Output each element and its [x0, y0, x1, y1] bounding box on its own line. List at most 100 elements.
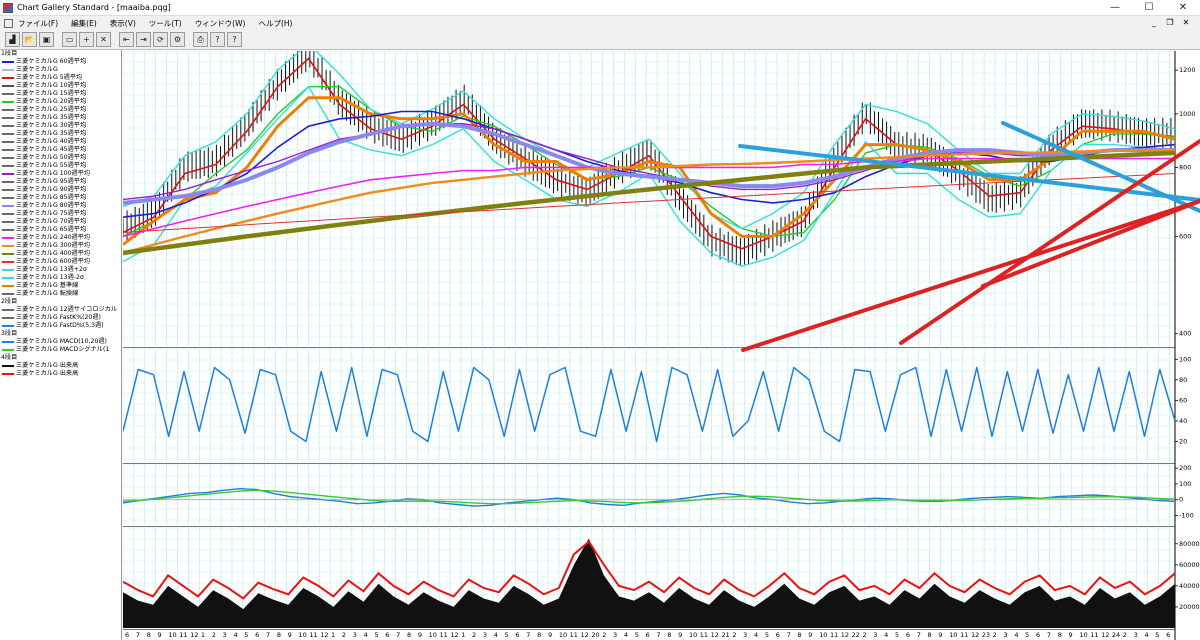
x-tick-label: 10 — [168, 631, 176, 639]
legend-item[interactable]: 三菱ケミカルG 15週平均 — [0, 90, 121, 98]
legend-item[interactable]: 三菱ケミカルG 12週サイコロジカル — [0, 306, 121, 314]
x-tick-label: 4 — [1014, 631, 1018, 639]
legend-item[interactable]: 三菱ケミカルG 60週平均 — [0, 58, 121, 66]
legend-item[interactable]: 三菱ケミカルG 55週平均 — [0, 162, 121, 170]
legend-item[interactable]: 三菱ケミカルG 70週平均 — [0, 218, 121, 226]
legend-item[interactable]: 三菱ケミカルG 90週平均 — [0, 186, 121, 194]
legend-item[interactable]: 三菱ケミカルG 35週平均 — [0, 130, 121, 138]
x-tick-label: 7 — [787, 631, 791, 639]
legend-item[interactable]: 三菱ケミカルG FastD%(5,3週) — [0, 322, 121, 330]
x-tick-label: 9 — [288, 631, 292, 639]
x-tick-label: 6 — [1036, 631, 1040, 639]
legend-panel-heading: 1段目 — [1, 50, 18, 57]
window-controls: — ☐ ✕ — [1098, 0, 1200, 16]
context-help-icon[interactable]: ? — [227, 32, 242, 47]
doc-minimize-button[interactable]: _ — [1146, 16, 1162, 30]
legend-item[interactable]: 三菱ケミカルG 25週平均 — [0, 106, 121, 114]
x-tick-label: 4 — [364, 631, 368, 639]
menu-tools[interactable]: ツール(T) — [149, 18, 182, 29]
doc-close-button[interactable]: ✕ — [1178, 16, 1194, 30]
y-tick-label: 20000 — [1179, 603, 1200, 611]
menu-help[interactable]: ヘルプ(H) — [258, 18, 292, 29]
chart-area[interactable]: 400 600 800 1000 1200 20 40 60 80 100 -100 0 100 200 2… — [123, 51, 1200, 640]
x-tick-label: 7 — [917, 631, 921, 639]
x-tick-label: 12 — [711, 631, 719, 639]
minimize-button[interactable]: — — [1098, 0, 1132, 16]
menu-edit[interactable]: 編集(E) — [71, 18, 97, 29]
legend-item[interactable]: 三菱ケミカルG MACDシグナル(1 — [0, 346, 121, 354]
x-tick-label: 4 — [884, 631, 888, 639]
legend-swatch — [2, 93, 14, 95]
x-tick-label: 22 — [852, 631, 860, 639]
legend-label: 三菱ケミカルG 転換線 — [16, 290, 79, 297]
save-icon[interactable]: ▣ — [39, 32, 54, 47]
legend-item[interactable]: 三菱ケミカルG 100週平均 — [0, 170, 121, 178]
legend-item[interactable]: 三菱ケミカルG 65週平均 — [0, 226, 121, 234]
doc-restore-button[interactable]: ❐ — [1162, 16, 1178, 30]
window-title: Chart Gallery Standard - [maaiba.pqg] — [17, 3, 171, 12]
legend-item[interactable]: 三菱ケミカルG 10週平均 — [0, 82, 121, 90]
legend-label: 三菱ケミカルG 85週平均 — [16, 194, 87, 201]
legend-item[interactable]: 三菱ケミカルG 300週平均 — [0, 242, 121, 250]
x-tick-label: 10 — [819, 631, 827, 639]
chart-icon[interactable]: ▟ — [5, 32, 20, 47]
legend-item[interactable]: 三菱ケミカルG 基準線 — [0, 282, 121, 290]
legend-item[interactable]: 三菱ケミカルG 240週平均 — [0, 234, 121, 242]
legend-item[interactable]: 三菱ケミカルG 85週平均 — [0, 194, 121, 202]
x-tick-label: 10 — [1079, 631, 1087, 639]
x-tick-label: 11 — [179, 631, 187, 639]
menu-window[interactable]: ウィンドウ(W) — [195, 18, 246, 29]
add-icon[interactable]: + — [79, 32, 94, 47]
legend-item[interactable]: 三菱ケミカルG 80週平均 — [0, 202, 121, 210]
legend-item[interactable]: 三菱ケミカルG 出来高 — [0, 370, 121, 378]
legend-item[interactable]: 三菱ケミカルG FastK%(20週) — [0, 314, 121, 322]
legend-item[interactable]: 三菱ケミカルG 400週平均 — [0, 250, 121, 258]
print-icon[interactable]: ⎙ — [193, 32, 208, 47]
legend-item[interactable]: 三菱ケミカルG 出来高 — [0, 362, 121, 370]
refresh-icon[interactable]: ⟳ — [153, 32, 168, 47]
document-icon[interactable] — [4, 18, 13, 28]
legend-item[interactable]: 三菱ケミカルG — [0, 66, 121, 74]
x-tick-label: 2 — [212, 631, 216, 639]
help-icon[interactable]: ? — [210, 32, 225, 47]
legend-item[interactable]: 三菱ケミカルG 40週平均 — [0, 138, 121, 146]
legend-item[interactable]: 三菱ケミカルG 50週平均 — [0, 154, 121, 162]
settings-icon[interactable]: ⚙ — [170, 32, 185, 47]
window-icon[interactable]: ▭ — [62, 32, 77, 47]
menu-file[interactable]: ファイル(F) — [18, 18, 58, 29]
legend-item[interactable]: 三菱ケミカルG 転換線 — [0, 290, 121, 298]
x-tick-label: 12 — [841, 631, 849, 639]
legend-item[interactable]: 三菱ケミカルG 20週平均 — [0, 98, 121, 106]
legend-label: 三菱ケミカルG 70週平均 — [16, 218, 87, 225]
open-icon[interactable]: 📂 — [22, 32, 37, 47]
legend-item[interactable]: 三菱ケミカルG 13週-2σ — [0, 274, 121, 282]
x-tick-label: 4 — [1144, 631, 1148, 639]
scroll-right-icon[interactable]: ⇥ — [136, 32, 151, 47]
legend-item[interactable]: 三菱ケミカルG 30週平均 — [0, 122, 121, 130]
maximize-button[interactable]: ☐ — [1132, 0, 1166, 16]
scroll-left-icon[interactable]: ⇤ — [119, 32, 134, 47]
x-tick-label: 1 — [201, 631, 205, 639]
legend-label: 三菱ケミカルG 55週平均 — [16, 162, 87, 169]
legend-item[interactable]: 三菱ケミカルG 75週平均 — [0, 210, 121, 218]
chart-svg[interactable]: 400 600 800 1000 1200 20 40 60 80 100 -100 0 100 200 2… — [123, 51, 1200, 640]
x-tick-label: 7 — [656, 631, 660, 639]
legend-item[interactable]: 三菱ケミカルG 35週平均 — [0, 114, 121, 122]
legend-item[interactable]: 三菱ケミカルG 95週平均 — [0, 178, 121, 186]
close-button[interactable]: ✕ — [1166, 0, 1200, 16]
x-tick-label: 11 — [570, 631, 578, 639]
x-tick-label: 12 — [971, 631, 979, 639]
legend-swatch — [2, 261, 14, 263]
legend-item[interactable]: 三菱ケミカルG 45週平均 — [0, 146, 121, 154]
x-tick-label: 10 — [949, 631, 957, 639]
legend-item[interactable]: 三菱ケミカルG 13週+2σ — [0, 266, 121, 274]
x-tick-label: 5 — [244, 631, 248, 639]
legend-item[interactable]: 三菱ケミカルG 5週平均 — [0, 74, 121, 82]
menu-view[interactable]: 表示(V) — [110, 18, 136, 29]
legend-item[interactable]: 三菱ケミカルG 600週平均 — [0, 258, 121, 266]
app-icon — [3, 2, 13, 13]
legend-item[interactable]: 三菱ケミカルG MACD(10,20週) — [0, 338, 121, 346]
delete-icon[interactable]: ✕ — [96, 32, 111, 47]
x-tick-label: 10 — [689, 631, 697, 639]
x-tick-label: 9 — [808, 631, 812, 639]
